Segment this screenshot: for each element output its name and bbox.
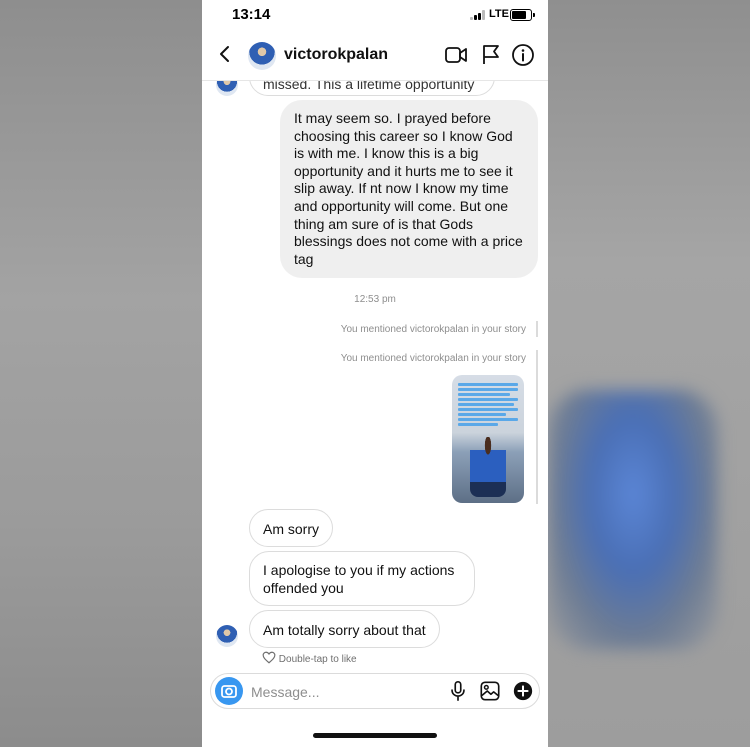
story-mention-label-1: You mentioned victorokpalan in your stor… [340, 324, 526, 335]
message-bubble-incoming-2[interactable]: I apologise to you if my actions offende… [249, 551, 475, 606]
sender-avatar[interactable] [216, 80, 238, 96]
status-time: 13:14 [232, 6, 271, 23]
message-composer[interactable]: Message... [210, 673, 540, 709]
info-icon[interactable] [511, 43, 535, 67]
blurred-background-left [0, 0, 202, 747]
message-bubble-partial[interactable]: missed. This a lifetime opportunity [249, 80, 495, 96]
story-person-image [470, 437, 506, 497]
home-indicator[interactable] [313, 733, 437, 738]
phone-screen: 13:14 LTE victorokpalan missed. This a l… [202, 0, 548, 747]
double-tap-hint: Double-tap to like [262, 651, 357, 665]
story-mention-label-2: You mentioned victorokpalan in your stor… [340, 353, 526, 364]
network-label: LTE [489, 8, 509, 20]
message-thread[interactable]: missed. This a lifetime opportunity It m… [202, 80, 548, 670]
microphone-icon[interactable] [447, 680, 469, 702]
message-timestamp: 12:53 pm [354, 294, 396, 305]
header-avatar[interactable] [248, 42, 276, 70]
blurred-background-blob [548, 390, 718, 650]
battery-icon [510, 9, 535, 21]
message-input[interactable]: Message... [251, 684, 319, 700]
blurred-background-right [548, 0, 750, 747]
plus-icon[interactable] [512, 680, 534, 702]
back-arrow-icon[interactable] [216, 45, 234, 63]
story-text-overlay [458, 383, 518, 428]
message-bubble-incoming-1[interactable]: Am sorry [249, 509, 333, 547]
double-tap-hint-label: Double-tap to like [278, 654, 357, 665]
status-bar: 13:14 LTE [202, 0, 548, 30]
chat-header: victorokpalan [202, 30, 548, 81]
heart-icon[interactable] [262, 651, 276, 664]
flag-icon[interactable] [479, 43, 503, 67]
gallery-icon[interactable] [479, 680, 501, 702]
story-thumbnail[interactable] [452, 375, 524, 503]
message-bubble-outgoing[interactable]: It may seem so. I prayed before choosing… [280, 100, 538, 278]
video-call-icon[interactable] [444, 43, 468, 67]
mention-bar-1 [536, 321, 538, 337]
sender-avatar[interactable] [216, 625, 238, 647]
header-username[interactable]: victorokpalan [284, 46, 388, 64]
camera-button[interactable] [215, 677, 243, 705]
message-bubble-incoming-3[interactable]: Am totally sorry about that [249, 610, 440, 648]
signal-icon [470, 10, 486, 20]
mention-bar-2 [536, 350, 538, 504]
camera-icon [221, 685, 237, 698]
